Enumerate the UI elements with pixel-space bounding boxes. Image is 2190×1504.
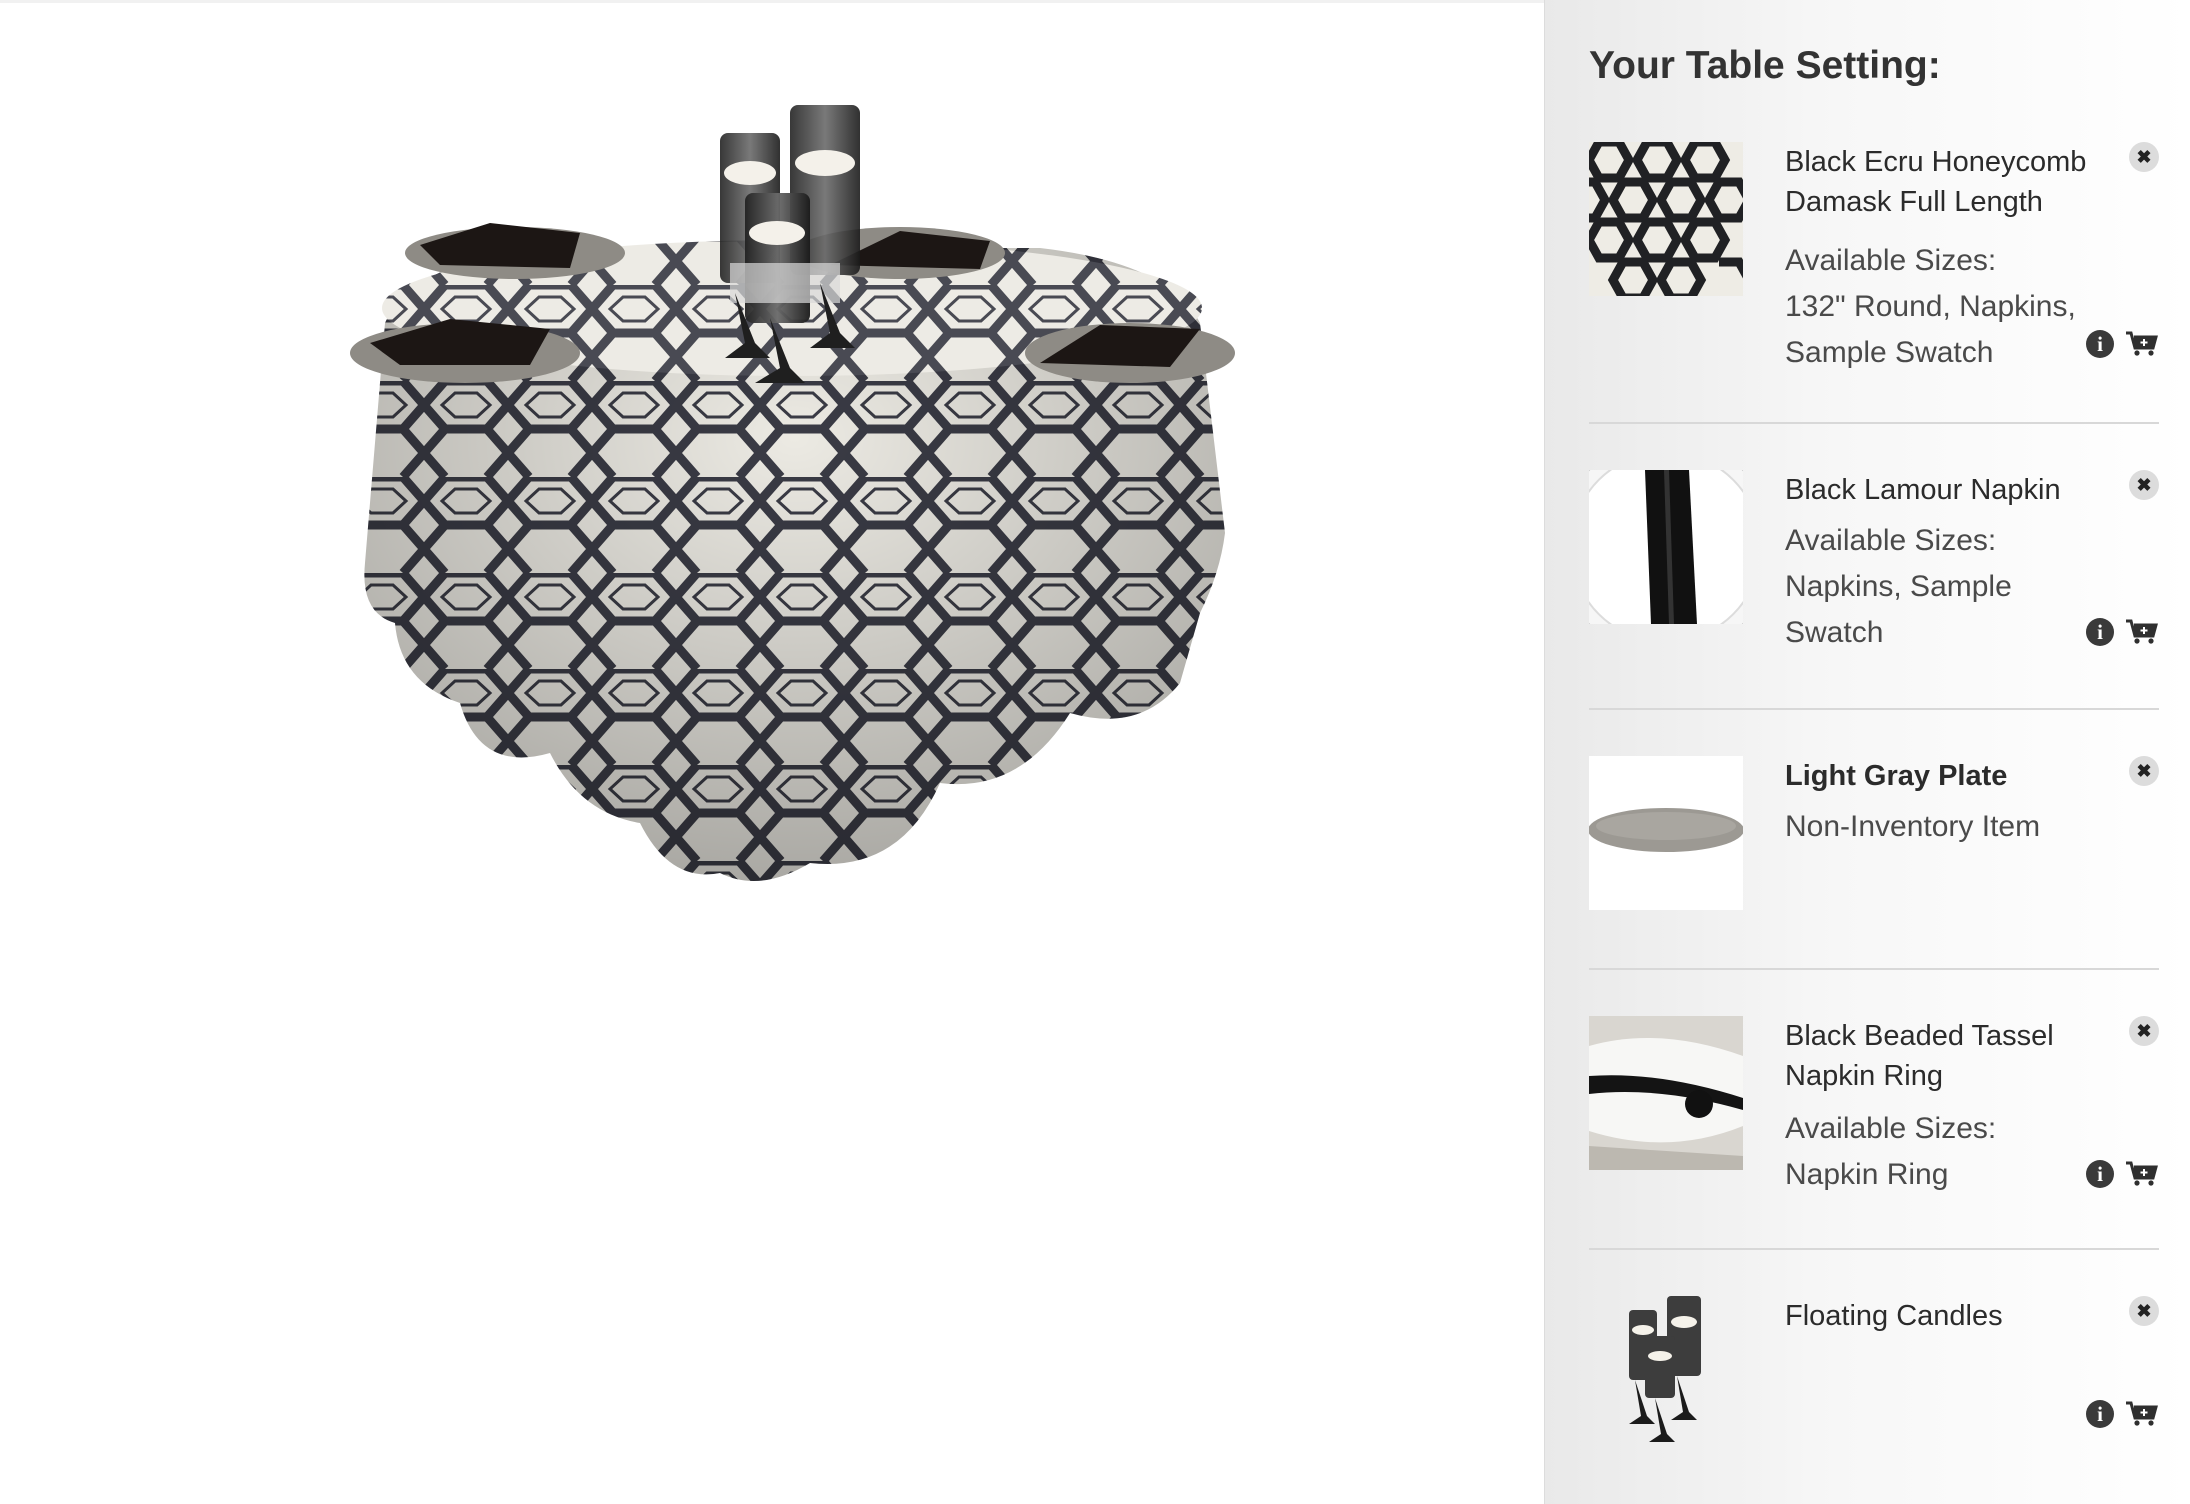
honeycomb-swatch-image [1589, 142, 1743, 296]
info-icon[interactable]: i [2086, 1400, 2114, 1428]
item-name[interactable]: Floating Candles [1785, 1296, 2115, 1336]
table-preview-area [0, 0, 1544, 1504]
close-icon[interactable]: ✖ [2129, 470, 2159, 500]
divider [1589, 708, 2159, 710]
napkin-on-plate-image [1589, 470, 1743, 624]
add-to-cart-icon[interactable] [2125, 618, 2159, 646]
item-name[interactable]: Light Gray Plate [1785, 756, 2115, 796]
non-inventory-note: Non-Inventory Item [1785, 810, 2041, 843]
setting-item: Black Beaded Tassel Napkin Ring Availabl… [1589, 1016, 2159, 1216]
sizes-value: Napkin Ring [1785, 1158, 1949, 1191]
floating-candles-image [1629, 1296, 1701, 1442]
divider [1589, 422, 2159, 424]
item-thumbnail[interactable] [1589, 142, 1743, 296]
add-to-cart-icon[interactable] [2125, 330, 2159, 358]
info-icon[interactable]: i [2086, 1160, 2114, 1188]
sizes-label: Available Sizes: [1785, 244, 1997, 277]
setting-item: Floating Candles ✖ i [1589, 1296, 2159, 1456]
sizes-value: Napkins, Sample Swatch [1785, 570, 2012, 649]
add-to-cart-icon[interactable] [2125, 1400, 2159, 1428]
close-icon[interactable]: ✖ [2129, 756, 2159, 786]
info-icon[interactable]: i [2086, 330, 2114, 358]
divider [1589, 968, 2159, 970]
sizes-value: 132" Round, Napkins, Sample Swatch [1785, 290, 2076, 369]
beaded-napkin-ring-image [1589, 1016, 1743, 1170]
close-icon[interactable]: ✖ [2129, 1296, 2159, 1326]
item-name[interactable]: Black Lamour Napkin [1785, 470, 2115, 510]
table-setting-panel: Your Table Setting: Black Ecru Honeycomb… [1544, 0, 2190, 1504]
gray-plate-image [1589, 756, 1743, 910]
setting-item: Black Lamour Napkin Available Sizes: Nap… [1589, 470, 2159, 670]
table-setting-preview-image [350, 105, 1235, 881]
item-thumbnail[interactable] [1589, 1296, 1743, 1450]
setting-item: Black Ecru Honeycomb Damask Full Length … [1589, 142, 2159, 392]
divider [1589, 1248, 2159, 1250]
add-to-cart-icon[interactable] [2125, 1160, 2159, 1188]
close-icon[interactable]: ✖ [2129, 142, 2159, 172]
item-thumbnail[interactable] [1589, 756, 1743, 910]
item-name[interactable]: Black Beaded Tassel Napkin Ring [1785, 1016, 2115, 1096]
sizes-label: Available Sizes: [1785, 1112, 1997, 1145]
item-thumbnail[interactable] [1589, 1016, 1743, 1170]
panel-title: Your Table Setting: [1589, 44, 1941, 87]
setting-item: Light Gray Plate Non-Inventory Item ✖ [1589, 756, 2159, 926]
info-icon[interactable]: i [2086, 618, 2114, 646]
sizes-label: Available Sizes: [1785, 524, 1997, 557]
item-thumbnail[interactable] [1589, 470, 1743, 624]
close-icon[interactable]: ✖ [2129, 1016, 2159, 1046]
item-name[interactable]: Black Ecru Honeycomb Damask Full Length [1785, 142, 2115, 222]
